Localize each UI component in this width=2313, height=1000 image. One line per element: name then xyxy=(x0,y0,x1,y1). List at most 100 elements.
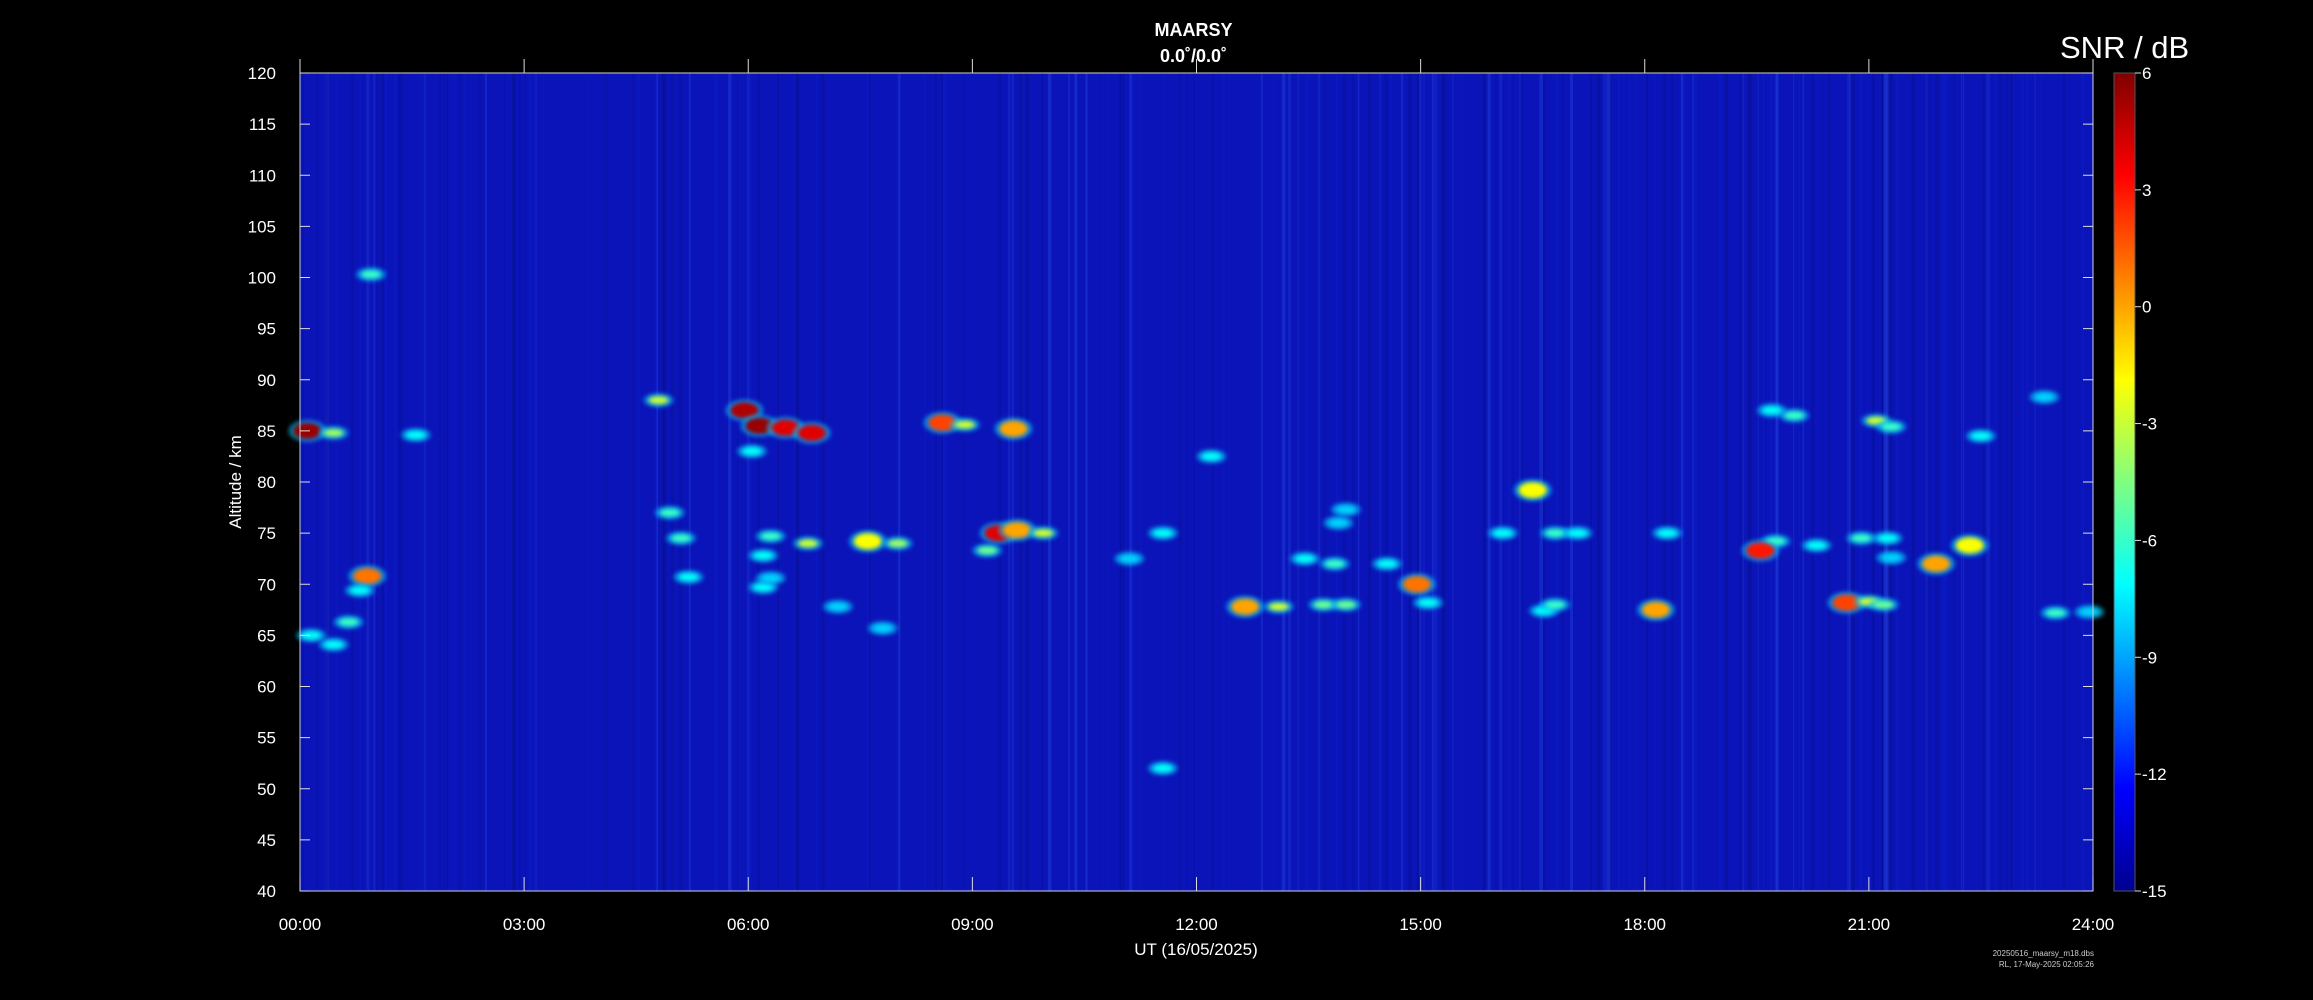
noise-streak xyxy=(1646,73,1649,891)
noise-streak xyxy=(359,73,361,891)
noise-streak xyxy=(553,73,556,891)
noise-streak xyxy=(451,73,453,891)
noise-streak xyxy=(1982,73,1985,891)
footer-timestamp: RL, 17-May-2025 02:05:26 xyxy=(1998,960,2094,969)
echo-point xyxy=(797,424,826,441)
noise-streak xyxy=(1452,73,1454,891)
noise-streak xyxy=(1671,73,1674,891)
echo-point xyxy=(1377,559,1397,568)
noise-streak xyxy=(1074,73,1078,891)
noise-streak xyxy=(1499,73,1503,891)
echo-point xyxy=(1970,432,1991,440)
x-tick-label: 12:00 xyxy=(1175,915,1218,934)
noise-streak xyxy=(1603,73,1606,891)
noise-streak xyxy=(1883,73,1887,891)
noise-streak xyxy=(2081,73,2083,891)
echo-point xyxy=(2034,393,2055,402)
noise-streak xyxy=(1124,73,1127,891)
echo-point xyxy=(1545,600,1566,609)
noise-streak xyxy=(1379,73,1381,891)
noise-streak xyxy=(1561,73,1564,891)
noise-streak xyxy=(1400,73,1404,891)
noise-streak xyxy=(1680,73,1684,891)
noise-streak xyxy=(1266,73,1268,891)
noise-streak xyxy=(372,73,376,891)
noise-streak xyxy=(655,73,657,891)
echo-point xyxy=(349,586,370,595)
echo-point xyxy=(1881,553,1902,562)
colorbar-ticks: 6 3 0 -3 -6 -9 -12 -15 xyxy=(2135,64,2167,901)
noise-streak xyxy=(1888,73,1891,891)
colorbar-tick-label: 3 xyxy=(2142,181,2151,200)
noise-streak xyxy=(420,73,423,891)
echo-point xyxy=(405,431,426,439)
noise-streak xyxy=(577,73,579,891)
noise-streak xyxy=(1011,73,1014,891)
y-tick-label: 70 xyxy=(257,575,276,594)
noise-streak xyxy=(439,73,442,891)
noise-streak xyxy=(384,73,388,891)
noise-streak xyxy=(632,73,635,891)
noise-streak xyxy=(452,73,455,891)
noise-streak xyxy=(1662,73,1665,891)
noise-streak xyxy=(671,73,674,891)
noise-streak xyxy=(399,73,403,891)
noise-streak xyxy=(1456,73,1459,891)
noise-streak xyxy=(1860,73,1863,891)
noise-streak xyxy=(316,73,318,891)
noise-streak xyxy=(796,73,799,891)
noise-streak xyxy=(1335,73,1339,891)
noise-streak xyxy=(514,73,516,891)
echo-point xyxy=(1119,554,1140,563)
noise-streak xyxy=(1769,73,1773,891)
snr-heatmap-chart: 00:00 03:00 06:00 09:00 12:00 15:00 18:00 21:00… xyxy=(226,59,2167,959)
colorbar-tick-label: -3 xyxy=(2142,415,2157,434)
noise-streak xyxy=(924,73,926,891)
echo-point xyxy=(1642,601,1670,618)
echo-point xyxy=(2045,608,2066,617)
noise-streak xyxy=(678,73,683,891)
x-tick-label: 09:00 xyxy=(951,915,994,934)
noise-streak xyxy=(1041,73,1043,891)
noise-streak xyxy=(1858,73,1860,891)
noise-streak xyxy=(942,73,947,891)
echo-point xyxy=(323,428,344,437)
noise-streak xyxy=(1433,73,1438,891)
y-tick-label: 65 xyxy=(257,626,276,645)
noise-streak xyxy=(1282,73,1286,891)
noise-streak xyxy=(1607,73,1611,891)
noise-streak xyxy=(1872,73,1874,891)
noise-streak xyxy=(2040,73,2042,891)
noise-streak xyxy=(1617,73,1620,891)
echo-point xyxy=(1201,452,1222,461)
echo-point xyxy=(1003,522,1032,539)
noise-streak xyxy=(1925,73,1927,891)
noise-streak xyxy=(1129,73,1133,891)
noise-streak xyxy=(1352,73,1355,891)
noise-streak xyxy=(793,73,797,891)
echo-point xyxy=(872,624,893,633)
echo-point xyxy=(1313,600,1334,609)
noise-streak xyxy=(1935,73,1939,891)
noise-streak xyxy=(381,73,384,891)
noise-streak xyxy=(1025,73,1028,891)
noise-streak xyxy=(1432,73,1434,891)
noise-streak xyxy=(1775,73,1778,891)
colorbar-tick-label: -15 xyxy=(2142,882,2167,901)
echo-point xyxy=(1152,529,1173,538)
echo-point xyxy=(361,270,381,279)
noise-streak xyxy=(1271,73,1275,891)
noise-streak xyxy=(1357,73,1360,891)
noise-streak xyxy=(869,73,871,891)
noise-streak xyxy=(1811,73,1814,891)
noise-streak xyxy=(1139,73,1142,891)
colorbar-tick-label: -12 xyxy=(2142,765,2167,784)
noise-streak xyxy=(350,73,354,891)
noise-streak xyxy=(1739,73,1741,891)
noise-streak xyxy=(1961,73,1963,891)
noise-streak xyxy=(1186,73,1188,891)
noise-streak xyxy=(1182,73,1186,891)
noise-streak xyxy=(1482,73,1485,891)
echo-point xyxy=(338,618,359,627)
noise-streak xyxy=(1459,73,1462,891)
